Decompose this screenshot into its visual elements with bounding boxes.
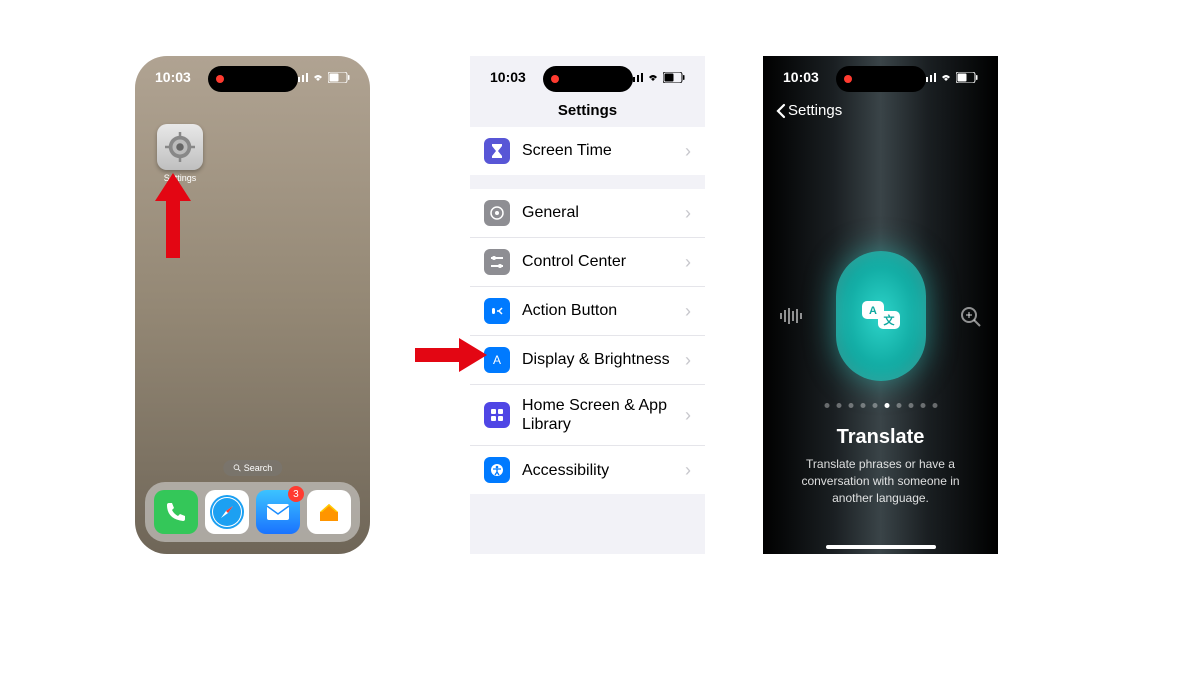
next-action-icon[interactable] [960, 306, 982, 333]
battery-icon [328, 72, 350, 83]
row-label: Action Button [522, 301, 673, 320]
page-dot[interactable] [872, 403, 877, 408]
dock-phone[interactable] [154, 490, 198, 534]
chevron-right-icon: › [685, 301, 691, 322]
page-dot[interactable] [824, 403, 829, 408]
prev-action-icon[interactable] [779, 306, 805, 331]
status-bar: 10:03 [135, 56, 370, 98]
page-dot[interactable] [932, 403, 937, 408]
feature-description: Translate Translate phrases or have a co… [781, 426, 980, 506]
feature-title: Translate [781, 426, 980, 449]
dock-safari[interactable] [205, 490, 249, 534]
grid-icon [490, 408, 504, 422]
wifi-icon [939, 72, 953, 82]
chevron-right-icon: › [685, 350, 691, 371]
hourglass-icon [490, 143, 504, 159]
status-bar: 10:03 [763, 56, 998, 98]
dock: 3 [145, 482, 360, 542]
row-label: Control Center [522, 252, 673, 271]
gear-icon [165, 132, 195, 162]
search-icon [233, 464, 241, 472]
back-button[interactable]: Settings [763, 98, 998, 119]
dynamic-island [543, 66, 633, 92]
dynamic-island [836, 66, 926, 92]
gear-icon [489, 205, 505, 221]
chevron-right-icon: › [685, 405, 691, 426]
settings-group-1: Screen Time › [470, 127, 705, 175]
svg-text:文: 文 [883, 313, 895, 327]
row-label: Accessibility [522, 461, 673, 480]
person-icon [490, 463, 504, 477]
phone-home-screen: 10:03 Settings Search 3 [135, 56, 370, 554]
sliders-icon [490, 255, 504, 269]
dynamic-island [208, 66, 298, 92]
page-dot[interactable] [884, 403, 889, 408]
phone-settings-list: 10:03 Settings Screen Time › General › C… [470, 56, 705, 554]
chevron-right-icon: › [685, 203, 691, 224]
phone-icon [164, 500, 188, 524]
spotlight-search[interactable]: Search [223, 460, 283, 476]
chevron-left-icon [775, 103, 786, 119]
page-dot[interactable] [860, 403, 865, 408]
row-label: Home Screen & App Library [522, 396, 673, 434]
mail-badge: 3 [288, 486, 304, 502]
status-time: 10:03 [155, 69, 191, 85]
home-indicator[interactable] [826, 545, 936, 549]
status-bar: 10:03 [470, 56, 705, 98]
settings-app-tile[interactable] [157, 124, 203, 170]
settings-group-2: General › Control Center › Action Button… [470, 189, 705, 494]
action-icon [490, 304, 504, 318]
row-general[interactable]: General › [470, 189, 705, 238]
wifi-icon [646, 72, 660, 82]
safari-icon [208, 493, 246, 531]
battery-icon [663, 72, 685, 83]
row-label: General [522, 203, 673, 222]
dock-mail[interactable]: 3 [256, 490, 300, 534]
magnifier-icon [960, 306, 982, 328]
recording-dot-icon [844, 75, 852, 83]
voice-memo-icon [779, 306, 805, 326]
row-action-button[interactable]: Action Button › [470, 287, 705, 336]
status-icons [629, 72, 685, 83]
nav-title: Settings [470, 98, 705, 127]
sun-icon: A [489, 352, 505, 368]
status-time: 10:03 [783, 69, 819, 85]
dock-home[interactable] [307, 490, 351, 534]
wifi-icon [311, 72, 325, 82]
recording-dot-icon [551, 75, 559, 83]
chevron-right-icon: › [685, 252, 691, 273]
status-time: 10:03 [490, 69, 526, 85]
chevron-right-icon: › [685, 141, 691, 162]
phone-action-button-config: 10:03 Settings A 文 Translate Translate p… [763, 56, 998, 554]
status-icons [922, 72, 978, 83]
row-display-brightness[interactable]: A Display & Brightness › [470, 336, 705, 385]
row-label: Display & Brightness [522, 350, 673, 369]
mail-icon [265, 502, 291, 522]
app-label: Settings [157, 173, 203, 183]
page-dot[interactable] [920, 403, 925, 408]
translate-icon: A 文 [859, 298, 903, 334]
feature-desc: Translate phrases or have a conversation… [781, 456, 980, 506]
svg-text:A: A [493, 353, 501, 367]
home-icon [316, 499, 342, 525]
row-screen-time[interactable]: Screen Time › [470, 127, 705, 175]
page-dot[interactable] [848, 403, 853, 408]
recording-dot-icon [216, 75, 224, 83]
status-icons [294, 72, 350, 83]
page-indicator[interactable] [824, 403, 937, 408]
action-button-preview[interactable]: A 文 [836, 251, 926, 381]
row-control-center[interactable]: Control Center › [470, 238, 705, 287]
search-label: Search [244, 463, 273, 473]
back-label: Settings [788, 102, 842, 119]
battery-icon [956, 72, 978, 83]
row-label: Screen Time [522, 141, 673, 160]
app-icon-settings[interactable]: Settings [157, 124, 203, 183]
row-accessibility[interactable]: Accessibility › [470, 446, 705, 494]
page-dot[interactable] [836, 403, 841, 408]
row-home-screen[interactable]: Home Screen & App Library › [470, 385, 705, 446]
svg-text:A: A [869, 305, 877, 317]
chevron-right-icon: › [685, 460, 691, 481]
page-dot[interactable] [896, 403, 901, 408]
page-dot[interactable] [908, 403, 913, 408]
